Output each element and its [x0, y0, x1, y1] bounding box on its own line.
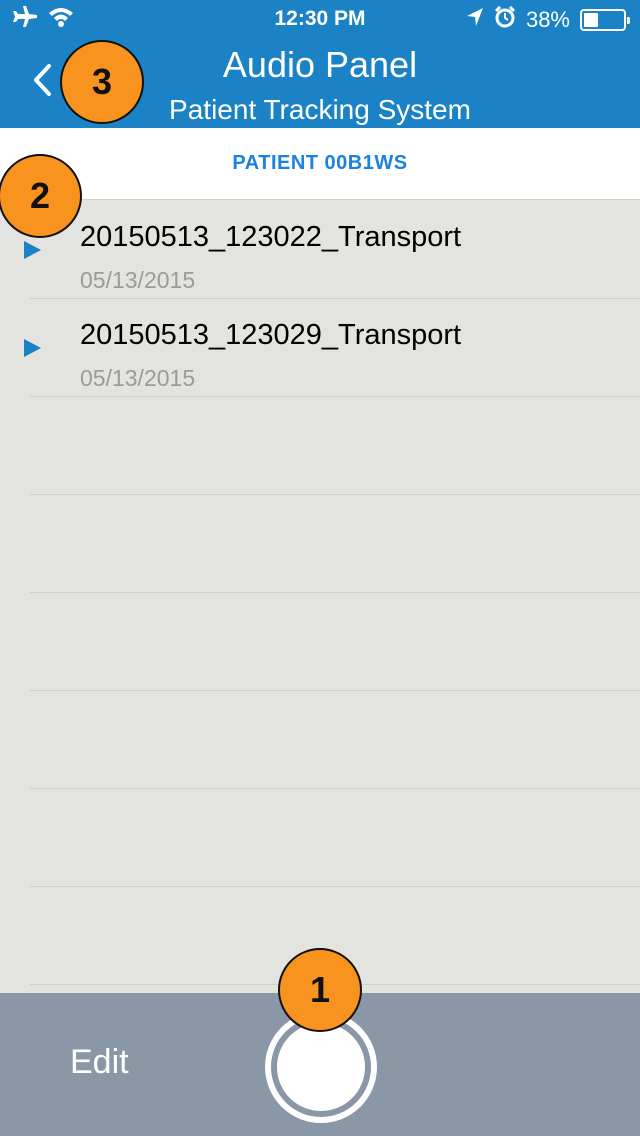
location-icon [466, 7, 484, 33]
recording-list: 20150513_123022_Transport 05/13/2015 201… [0, 201, 640, 985]
callout-badge-1: 1 [278, 948, 362, 1032]
recording-date: 05/13/2015 [80, 267, 196, 293]
empty-row [0, 789, 640, 887]
recording-row[interactable]: 20150513_123022_Transport 05/13/2015 [0, 201, 640, 299]
callout-badge-2: 2 [0, 154, 82, 238]
battery-fill [584, 13, 599, 27]
empty-row [0, 397, 640, 495]
callout-badge-3: 3 [60, 40, 144, 124]
status-right: 38% [466, 5, 630, 34]
status-bar: 12:30 PM 38% [0, 0, 640, 40]
play-icon[interactable] [24, 241, 41, 259]
patient-header: PATIENT 00B1WS [0, 128, 640, 200]
empty-row [0, 495, 640, 593]
recording-name: 20150513_123022_Transport [80, 221, 462, 253]
empty-row [0, 593, 640, 691]
empty-row [0, 691, 640, 789]
recording-row[interactable]: 20150513_123029_Transport 05/13/2015 [0, 299, 640, 397]
alarm-icon [494, 5, 516, 34]
patient-label: PATIENT 00B1WS [232, 152, 408, 174]
record-button-icon [275, 1021, 367, 1113]
edit-button[interactable]: Edit [70, 1043, 129, 1082]
battery-icon [580, 9, 630, 31]
recording-date: 05/13/2015 [80, 365, 196, 391]
battery-percent: 38% [525, 7, 570, 32]
play-icon[interactable] [24, 339, 41, 357]
recording-name: 20150513_123029_Transport [80, 319, 462, 351]
